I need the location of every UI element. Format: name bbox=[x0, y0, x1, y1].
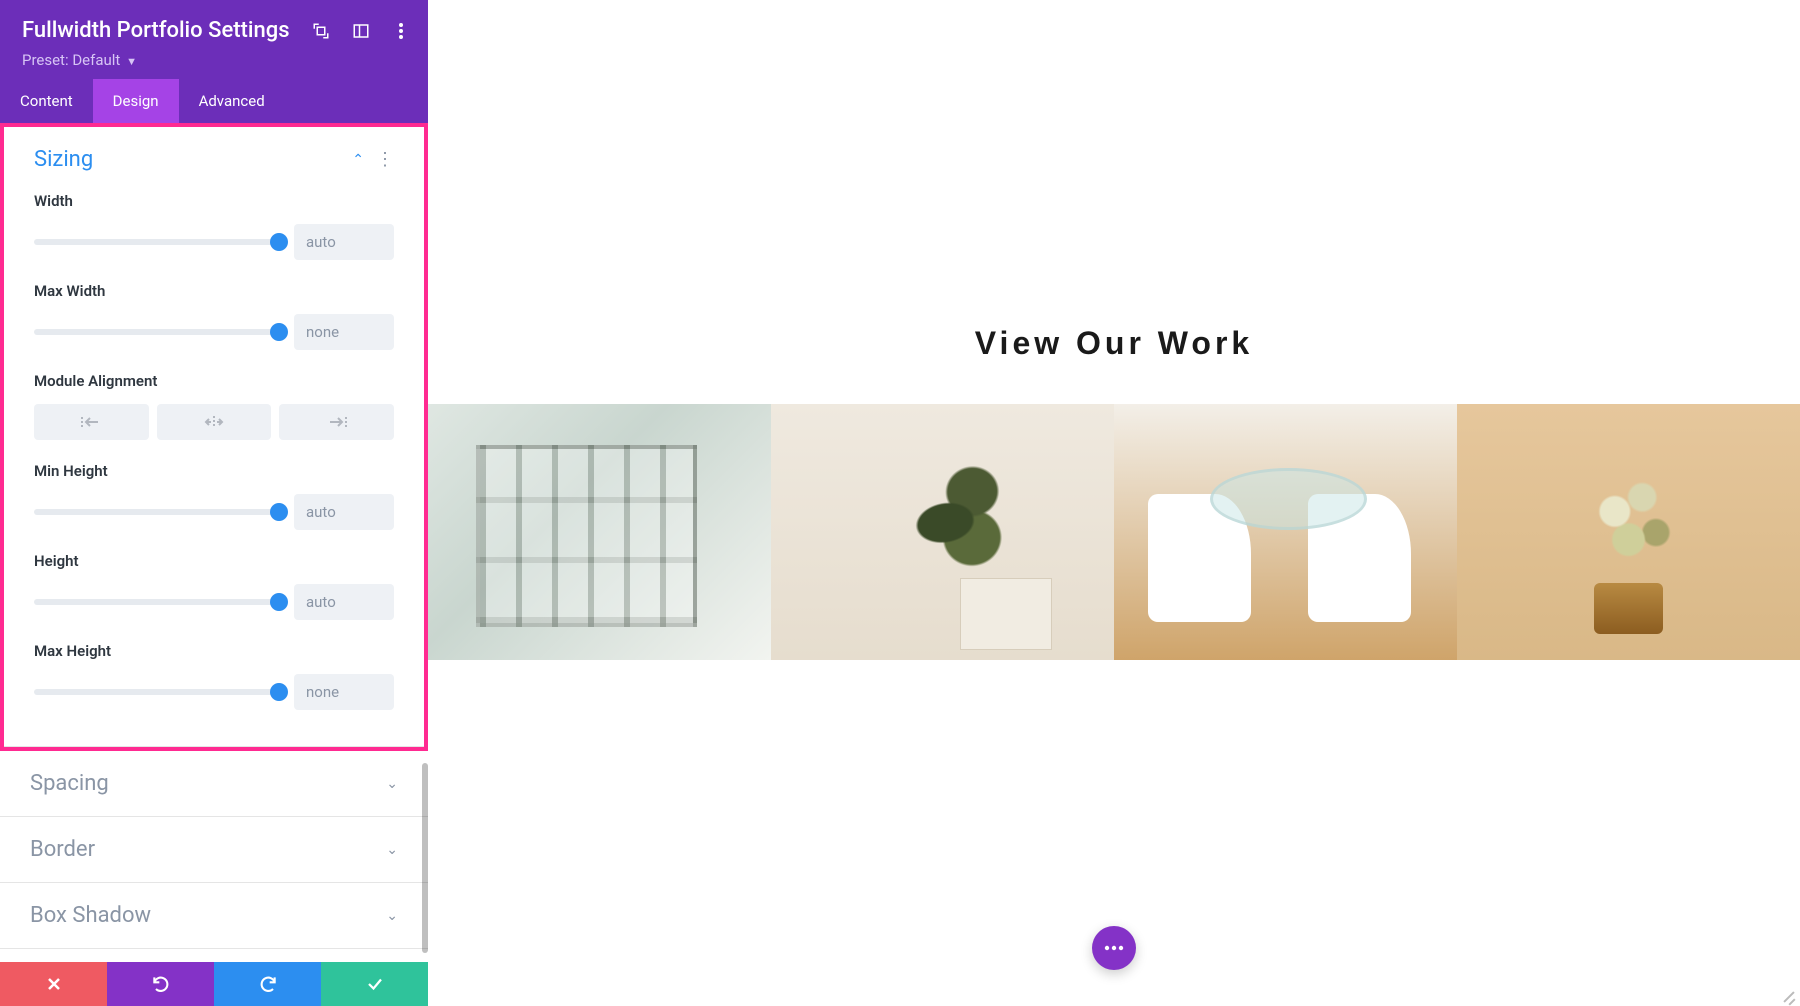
resize-grip-icon[interactable] bbox=[1780, 986, 1796, 1002]
control-alignment: Module Alignment bbox=[34, 372, 394, 440]
label-min-height: Min Height bbox=[34, 462, 394, 480]
control-min-height: Min Height auto bbox=[34, 462, 394, 530]
label-max-height: Max Height bbox=[34, 642, 394, 660]
slider-max-width[interactable] bbox=[34, 329, 278, 335]
align-right-button[interactable] bbox=[279, 404, 394, 440]
footer-actions bbox=[0, 962, 428, 1006]
section-box-shadow: Box Shadow ⌄ bbox=[0, 883, 428, 949]
input-min-height[interactable]: auto bbox=[294, 494, 394, 530]
preview-heading: View Our Work bbox=[975, 325, 1253, 362]
page-preview: View Our Work bbox=[428, 0, 1800, 1006]
slider-max-height[interactable] bbox=[34, 689, 278, 695]
undo-button[interactable] bbox=[107, 962, 214, 1006]
preset-dropdown[interactable]: Preset: Default ▼ bbox=[22, 51, 406, 69]
input-max-height[interactable]: none bbox=[294, 674, 394, 710]
snap-icon[interactable] bbox=[352, 22, 370, 40]
slider-thumb[interactable] bbox=[270, 683, 288, 701]
portfolio-item[interactable] bbox=[428, 404, 771, 660]
section-spacing: Spacing ⌄ bbox=[0, 751, 428, 817]
settings-title: Fullwidth Portfolio Settings bbox=[22, 18, 290, 43]
label-width: Width bbox=[34, 192, 394, 210]
tab-advanced[interactable]: Advanced bbox=[179, 79, 285, 123]
section-border: Border ⌄ bbox=[0, 817, 428, 883]
chevron-down-icon: ⌄ bbox=[386, 842, 398, 858]
slider-height[interactable] bbox=[34, 599, 278, 605]
slider-thumb[interactable] bbox=[270, 593, 288, 611]
input-width[interactable]: auto bbox=[294, 224, 394, 260]
section-header-border[interactable]: Border ⌄ bbox=[0, 817, 428, 882]
portfolio-item[interactable] bbox=[1114, 404, 1457, 660]
section-title-spacing: Spacing bbox=[30, 771, 109, 796]
section-more-icon[interactable]: ⋮ bbox=[376, 151, 394, 169]
align-left-button[interactable] bbox=[34, 404, 149, 440]
control-max-height: Max Height none bbox=[34, 642, 394, 710]
settings-header: Fullwidth Portfolio Settings Preset: Def… bbox=[0, 0, 428, 79]
preset-label: Preset: Default bbox=[22, 51, 120, 69]
slider-min-height[interactable] bbox=[34, 509, 278, 515]
portfolio-item[interactable] bbox=[771, 404, 1114, 660]
control-height: Height auto bbox=[34, 552, 394, 620]
tab-design[interactable]: Design bbox=[93, 79, 179, 123]
tab-content[interactable]: Content bbox=[0, 79, 93, 123]
section-header-box-shadow[interactable]: Box Shadow ⌄ bbox=[0, 883, 428, 948]
builder-fab[interactable] bbox=[1092, 926, 1136, 970]
chevron-down-icon: ▼ bbox=[126, 55, 137, 68]
more-icon[interactable] bbox=[392, 22, 410, 40]
chevron-down-icon: ⌄ bbox=[386, 776, 398, 792]
slider-width[interactable] bbox=[34, 239, 278, 245]
control-max-width: Max Width none bbox=[34, 282, 394, 350]
chevron-up-icon: ⌃ bbox=[352, 152, 364, 168]
align-center-button[interactable] bbox=[157, 404, 272, 440]
expand-icon[interactable] bbox=[312, 22, 330, 40]
settings-sidebar: Fullwidth Portfolio Settings Preset: Def… bbox=[0, 0, 428, 1006]
section-header-spacing[interactable]: Spacing ⌄ bbox=[0, 751, 428, 816]
cancel-button[interactable] bbox=[0, 962, 107, 1006]
sizing-highlight: Sizing ⌃ ⋮ Width auto Ma bbox=[0, 123, 428, 751]
input-max-width[interactable]: none bbox=[294, 314, 394, 350]
label-max-width: Max Width bbox=[34, 282, 394, 300]
section-sizing: Sizing ⌃ ⋮ Width auto Ma bbox=[4, 127, 424, 747]
section-header-sizing[interactable]: Sizing ⌃ ⋮ bbox=[4, 127, 424, 192]
section-title-box-shadow: Box Shadow bbox=[30, 903, 151, 928]
slider-thumb[interactable] bbox=[270, 323, 288, 341]
redo-button[interactable] bbox=[214, 962, 321, 1006]
slider-thumb[interactable] bbox=[270, 233, 288, 251]
section-title-sizing: Sizing bbox=[34, 147, 93, 172]
chevron-down-icon: ⌄ bbox=[386, 908, 398, 924]
input-height[interactable]: auto bbox=[294, 584, 394, 620]
slider-thumb[interactable] bbox=[270, 503, 288, 521]
label-alignment: Module Alignment bbox=[34, 372, 394, 390]
section-title-border: Border bbox=[30, 837, 95, 862]
label-height: Height bbox=[34, 552, 394, 570]
settings-panel[interactable]: Sizing ⌃ ⋮ Width auto Ma bbox=[0, 123, 428, 1006]
settings-tabs: Content Design Advanced bbox=[0, 79, 428, 123]
portfolio-row bbox=[428, 404, 1800, 660]
header-actions bbox=[312, 22, 410, 40]
portfolio-item[interactable] bbox=[1457, 404, 1800, 660]
save-button[interactable] bbox=[321, 962, 428, 1006]
control-width: Width auto bbox=[34, 192, 394, 260]
